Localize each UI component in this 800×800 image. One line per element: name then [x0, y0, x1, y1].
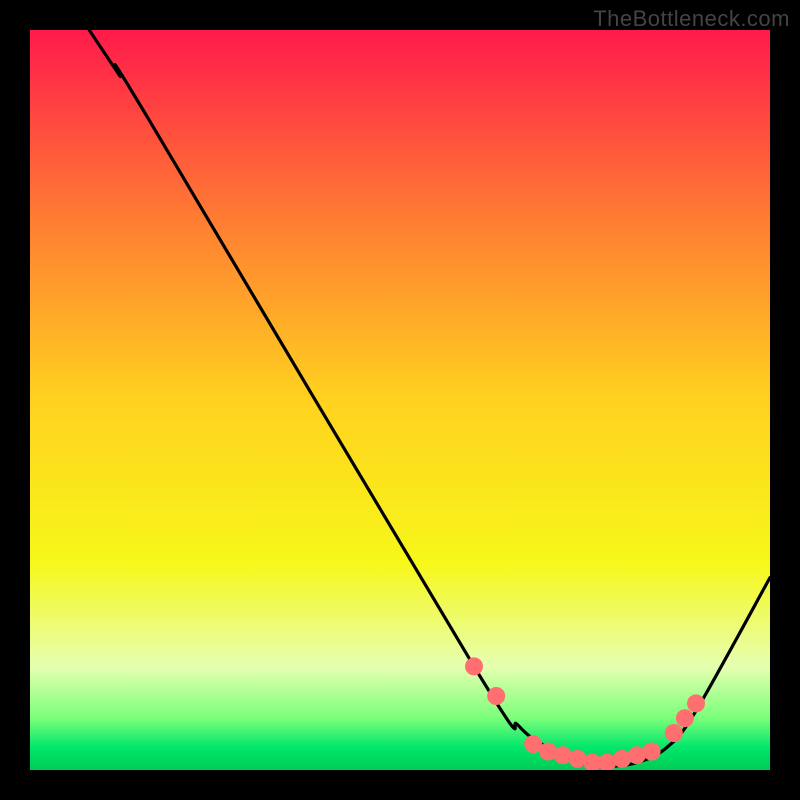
highlight-point — [687, 694, 705, 712]
watermark-text: TheBottleneck.com — [593, 6, 790, 32]
highlight-point — [665, 724, 683, 742]
plot-area — [30, 30, 770, 770]
highlight-point — [676, 709, 694, 727]
chart-svg — [30, 30, 770, 770]
highlight-point — [643, 743, 661, 761]
highlight-point — [465, 657, 483, 675]
chart-frame: TheBottleneck.com — [0, 0, 800, 800]
gradient-background — [30, 30, 770, 770]
highlight-point — [487, 687, 505, 705]
